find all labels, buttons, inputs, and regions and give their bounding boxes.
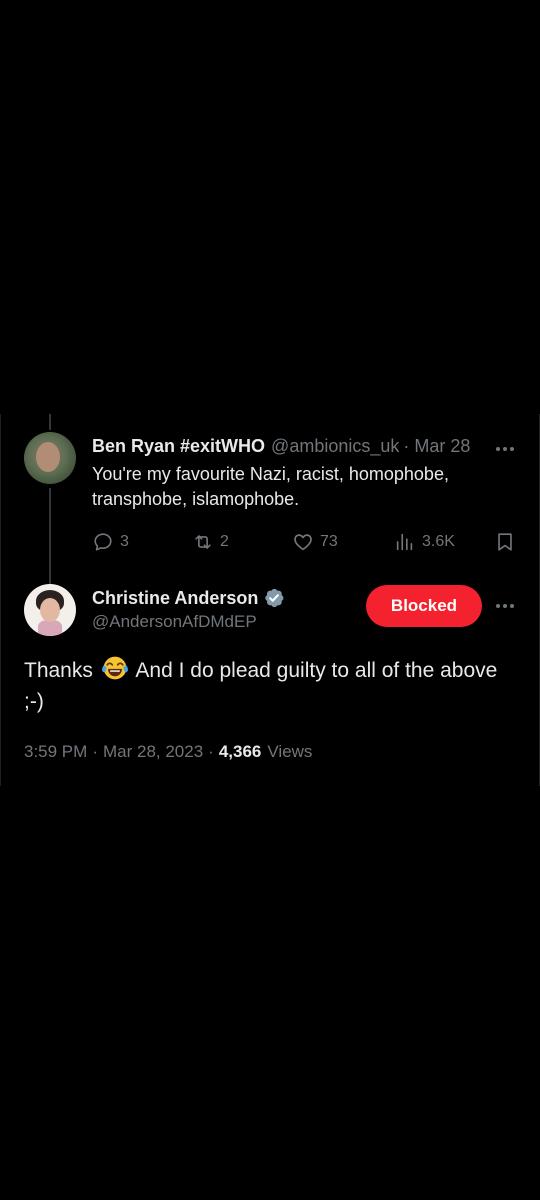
thread-connector-line bbox=[49, 488, 51, 594]
bookmark-icon bbox=[498, 533, 512, 551]
verified-badge-icon[interactable] bbox=[263, 587, 285, 609]
reply-tweet-header: Ben Ryan #exitWHO @ambionics_uk · Mar 28 bbox=[92, 434, 494, 458]
reply-tweet-text: You're my favourite Nazi, racist, homoph… bbox=[92, 464, 449, 509]
tweet-date[interactable]: Mar 28, 2023 bbox=[103, 742, 203, 762]
like-button[interactable]: 73 bbox=[292, 530, 338, 554]
retweet-icon bbox=[195, 535, 211, 549]
blocked-button[interactable]: Blocked bbox=[366, 585, 482, 627]
main-author-avatar[interactable] bbox=[24, 584, 76, 636]
reply-count: 3 bbox=[120, 533, 129, 550]
views-chart-icon bbox=[396, 533, 413, 551]
avatar-face bbox=[36, 442, 60, 472]
reply-action-bar: 3 2 73 3.6K bbox=[92, 530, 518, 554]
reply-author-name[interactable]: Ben Ryan #exitWHO bbox=[92, 435, 265, 457]
tweet-text-before-emoji: Thanks bbox=[24, 659, 93, 682]
main-tweet-text: Thanks And I do plead guilty to all of t… bbox=[24, 654, 514, 717]
heart-icon bbox=[294, 534, 312, 551]
main-author-name-row: Christine Anderson bbox=[92, 586, 285, 610]
main-author-name[interactable]: Christine Anderson bbox=[92, 588, 258, 609]
separator-dot: · bbox=[92, 742, 98, 761]
more-horizontal-icon[interactable] bbox=[496, 446, 514, 452]
tweet-time[interactable]: 3:59 PM bbox=[24, 742, 87, 762]
thread-connector-top bbox=[49, 414, 51, 430]
tweet-meta-row: 3:59 PM · Mar 28, 2023 · 4,366 Views bbox=[24, 740, 312, 764]
like-count: 73 bbox=[320, 533, 338, 550]
main-author-handle[interactable]: @AndersonAfDMdEP bbox=[92, 612, 257, 632]
reply-author-handle[interactable]: @ambionics_uk bbox=[271, 435, 399, 457]
tweet-text-after-emoji: And I do plead guilty to all of the abov… bbox=[24, 659, 498, 713]
avatar-shoulders bbox=[38, 620, 62, 636]
card-left-edge bbox=[0, 414, 1, 786]
retweet-button[interactable]: 2 bbox=[192, 530, 229, 554]
tweet-views-count[interactable]: 4,366 bbox=[219, 742, 262, 762]
separator-dot: · bbox=[403, 436, 410, 456]
more-horizontal-icon[interactable] bbox=[496, 603, 514, 609]
reply-button[interactable]: 3 bbox=[92, 530, 129, 554]
face-with-tears-of-joy-emoji bbox=[101, 656, 128, 680]
bookmark-button[interactable] bbox=[494, 530, 516, 554]
separator-dot: · bbox=[208, 742, 214, 761]
reply-author-avatar[interactable] bbox=[24, 432, 76, 484]
views-count: 3.6K bbox=[422, 533, 455, 550]
views-button[interactable]: 3.6K bbox=[394, 530, 455, 554]
avatar-face bbox=[40, 598, 60, 622]
tweet-views-label: Views bbox=[267, 742, 313, 761]
reply-date[interactable]: Mar 28 bbox=[414, 435, 470, 457]
tweet-thread-card: Ben Ryan #exitWHO @ambionics_uk · Mar 28… bbox=[0, 414, 540, 786]
retweet-count: 2 bbox=[220, 533, 229, 550]
reply-bubble-icon bbox=[94, 533, 112, 551]
